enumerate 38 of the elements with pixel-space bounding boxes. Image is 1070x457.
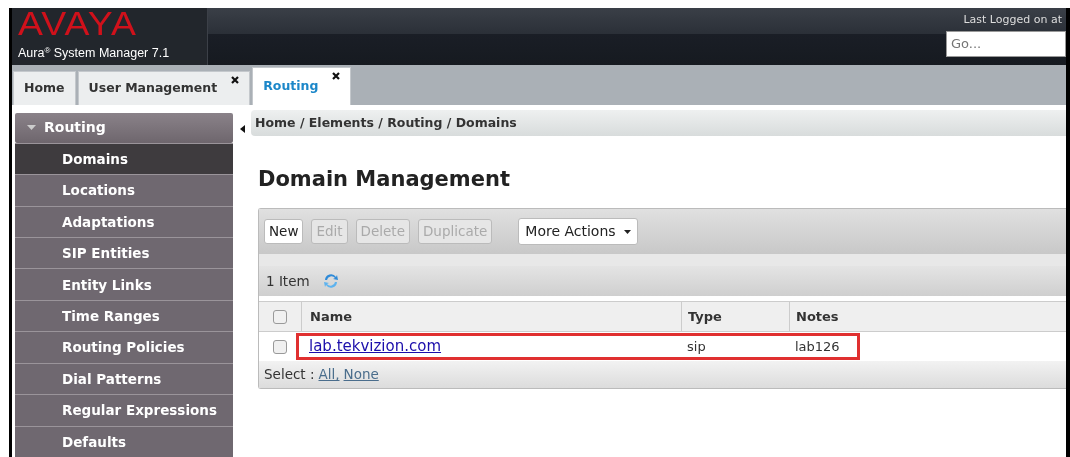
sidebar-item[interactable]: Locations bbox=[15, 174, 233, 206]
tab[interactable]: Routing bbox=[252, 67, 352, 105]
sidebar-item[interactable]: Time Ranges bbox=[15, 299, 233, 332]
table-cell-text: sip bbox=[687, 337, 706, 356]
table-cell-text: lab126 bbox=[795, 337, 840, 356]
row-checkbox[interactable] bbox=[273, 339, 287, 354]
toolbar-button[interactable]: New bbox=[264, 219, 304, 244]
sidebar-item[interactable]: Dial Patterns bbox=[15, 362, 233, 395]
caret-icon bbox=[27, 123, 36, 133]
sidebar-item[interactable]: Entity Links bbox=[15, 268, 233, 300]
select-link[interactable]: None bbox=[343, 364, 379, 385]
refresh-icon[interactable] bbox=[321, 272, 340, 290]
caret-icon bbox=[623, 229, 631, 234]
breadcrumb: Home / Elements / Routing / Domains bbox=[251, 110, 1066, 136]
select-link[interactable]: All, bbox=[318, 364, 340, 385]
select-label: Select : bbox=[264, 365, 315, 385]
select-all-checkbox[interactable] bbox=[273, 309, 287, 324]
collapse-icon[interactable] bbox=[239, 125, 245, 133]
close-icon[interactable] bbox=[332, 72, 341, 80]
close-icon[interactable] bbox=[231, 76, 240, 84]
sidebar-item[interactable]: SIP Entities bbox=[15, 237, 233, 269]
sidebar-item[interactable]: Defaults bbox=[15, 425, 233, 457]
tab[interactable]: User Management bbox=[77, 71, 251, 105]
logo: AVAYA bbox=[18, 8, 139, 38]
sidebar-item[interactable]: Regular Expressions bbox=[15, 394, 233, 426]
sidebar-title: Routing bbox=[44, 118, 106, 138]
product-name: Aura$^{®}$ System Manager 7.1 bbox=[18, 45, 171, 62]
tab[interactable]: Home bbox=[13, 71, 76, 105]
last-logged-text: Last Logged on at bbox=[963, 12, 1063, 28]
sidebar-header[interactable]: Routing bbox=[15, 113, 233, 143]
page-title: Domain Management bbox=[258, 166, 511, 192]
sidebar-item[interactable]: Adaptations bbox=[15, 205, 233, 237]
item-count: 1 Item bbox=[266, 271, 310, 291]
sidebar-item[interactable]: Routing Policies bbox=[15, 331, 233, 363]
search-field[interactable]: Go... bbox=[946, 30, 1066, 57]
sidebar-item[interactable]: Domains bbox=[15, 142, 233, 175]
domain-link[interactable]: lab.tekvizion.com bbox=[309, 335, 442, 358]
more-actions-dropdown[interactable]: More Actions bbox=[518, 218, 638, 245]
